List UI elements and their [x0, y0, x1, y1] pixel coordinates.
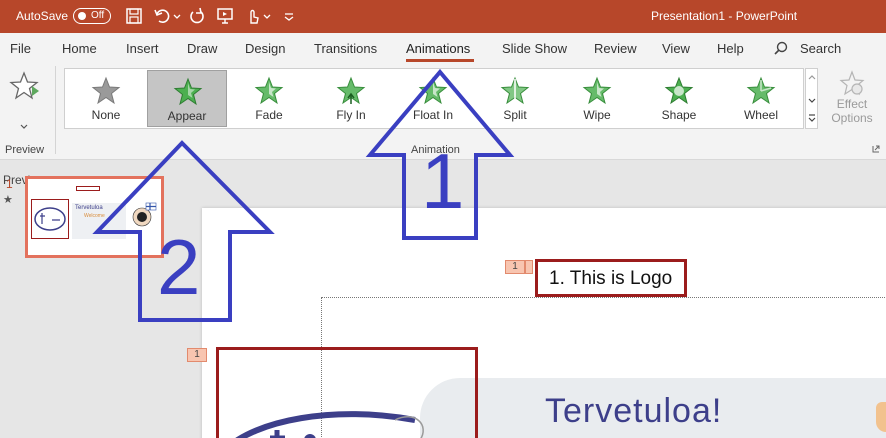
arrow-2-number: 2 — [157, 223, 200, 311]
annotation-overlay: 1 2 — [92, 68, 515, 322]
arrow-1-number: 1 — [421, 137, 464, 225]
